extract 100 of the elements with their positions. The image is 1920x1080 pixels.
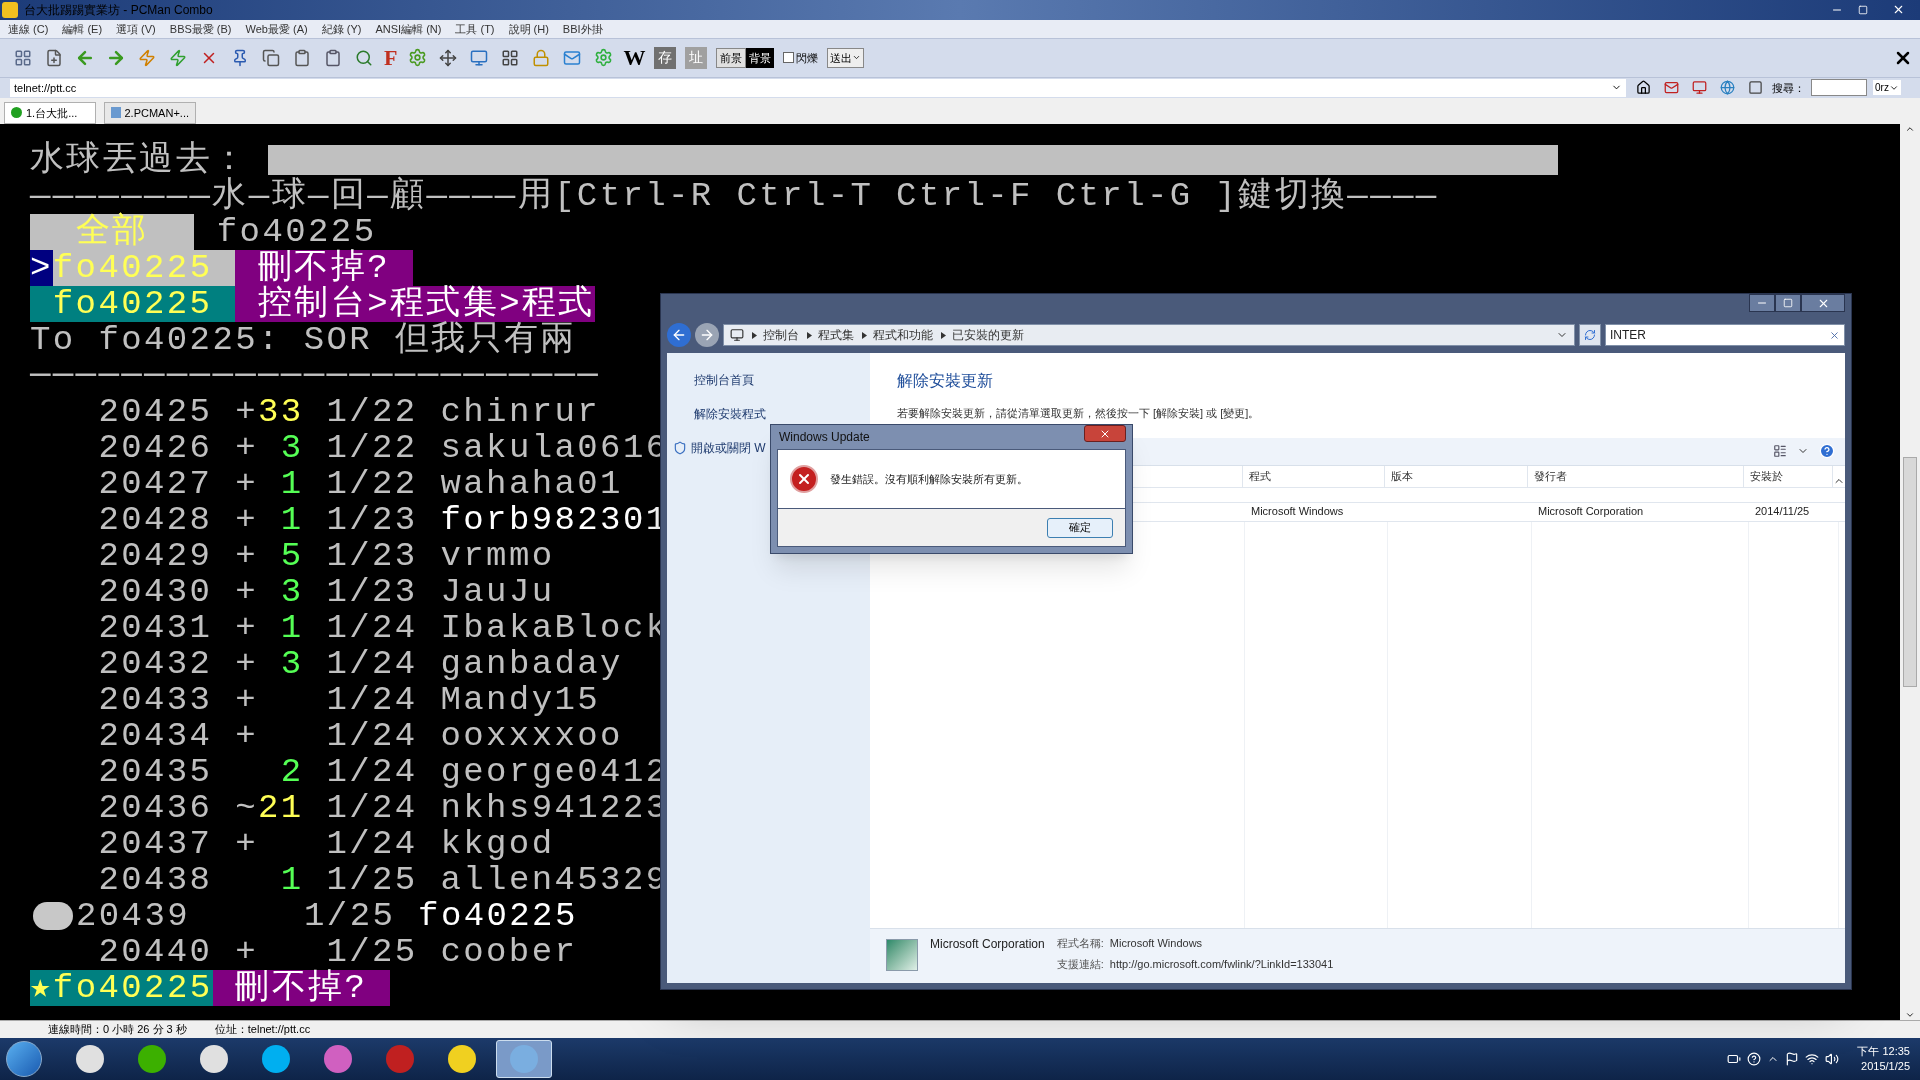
terminal-text: 1/24 nkhs941223	[325, 789, 669, 826]
terminal-text: 20432 +	[97, 645, 260, 682]
menu-item[interactable]: 紀錄 (Y)	[321, 20, 362, 38]
terminal-text: 20435	[97, 753, 214, 790]
terminal-text: 水球丟過去：	[30, 141, 249, 178]
sidebar-link[interactable]: 解除安裝程式	[694, 405, 766, 423]
terminal-text: 21	[258, 789, 304, 826]
table-cell-text: Microsoft Windows	[1250, 504, 1345, 520]
column-header[interactable]: 版本	[1384, 465, 1528, 487]
support-link[interactable]: http://go.microsoft.com/fwlink/?LinkId=133041	[1109, 955, 1334, 972]
terminal-text: 3	[280, 645, 304, 682]
connection-time: 連線時間：0 小時 26 分 3 秒	[48, 1022, 187, 1038]
blink-checkbox[interactable]	[783, 52, 795, 64]
search-field[interactable]: INTER	[1605, 324, 1845, 346]
flag-icon[interactable]	[1785, 1052, 1800, 1066]
save-button[interactable]: 存	[654, 46, 677, 69]
scroll-thumb[interactable]	[1903, 457, 1917, 687]
message-highlight: 控制台>程式集>程式	[235, 285, 595, 322]
terminal-text: 1/23 JauJu	[325, 573, 555, 610]
checkbox-label: 閃爍	[796, 50, 819, 66]
breadcrumb-arrow-icon	[807, 331, 812, 339]
column-header[interactable]: 發行者	[1527, 465, 1744, 487]
battery-icon[interactable]	[1727, 1052, 1742, 1066]
clock-date[interactable]: 2015/1/25	[1861, 1059, 1910, 1074]
menu-item[interactable]: ANSI編輯 (N)	[375, 20, 442, 38]
ok-button[interactable]: 確定	[1047, 517, 1113, 538]
terminal-text: 1	[280, 501, 304, 538]
breadcrumb-bar[interactable]: 控制台 程式集 程式和功能 已安裝的更新	[723, 324, 1575, 346]
terminal-text: 1	[280, 609, 304, 646]
forward-button[interactable]	[695, 323, 719, 347]
terminal-text: 20434 + 1/24 ooxxxxoo	[97, 717, 623, 754]
maximize-button[interactable]	[1775, 294, 1801, 312]
restore-icon	[1858, 5, 1868, 15]
menu-item[interactable]: 說明 (H)	[508, 20, 549, 38]
breadcrumb-item[interactable]: 程式集	[818, 326, 854, 344]
close-button[interactable]	[1801, 294, 1845, 312]
id-highlight: fo40225	[30, 285, 236, 322]
breadcrumb-item[interactable]: 程式和功能	[873, 326, 933, 344]
clock-time[interactable]: 下午 12:35	[1857, 1044, 1910, 1059]
minimize-button[interactable]	[1749, 294, 1775, 312]
table-cell-text: 2014/11/25	[1754, 504, 1811, 520]
close-button[interactable]	[1084, 425, 1126, 442]
shield-icon	[673, 441, 687, 455]
terminal-text: fo40225	[418, 897, 578, 934]
detail-value: Microsoft Windows	[1109, 936, 1204, 951]
menu-item[interactable]: Web最愛 (A)	[245, 20, 308, 38]
breadcrumb-arrow-icon	[941, 331, 946, 339]
menu-item[interactable]: 連線 (C)	[8, 20, 49, 38]
message-input-bar[interactable]	[268, 144, 1559, 175]
address-field[interactable]: telnet://ptt.cc	[10, 78, 1626, 97]
terminal-text: 5	[280, 537, 304, 574]
search-engine-dropdown[interactable]: 0rz	[1873, 80, 1901, 96]
menu-item[interactable]: 工具 (T)	[455, 20, 495, 38]
font-button[interactable]: F	[384, 46, 398, 69]
terminal-text: 20428 +	[97, 501, 260, 538]
terminal-text: 1/24 IbakaBlock	[325, 609, 669, 646]
foreground-button[interactable]: 前景	[716, 47, 747, 68]
tab[interactable]: 2.PCMAN+...	[104, 101, 196, 124]
send-button[interactable]: 送出	[827, 47, 865, 68]
background-button[interactable]: 背景	[746, 47, 775, 68]
speaker-icon[interactable]	[1825, 1052, 1840, 1066]
menu-item[interactable]: BBS最愛 (B)	[169, 20, 232, 38]
sidebar-link[interactable]: 開啟或關閉 W	[691, 439, 766, 457]
menu-item[interactable]: 選項 (V)	[116, 20, 156, 38]
terminal-text: 1/22 chinrur	[325, 393, 601, 430]
start-button[interactable]	[6, 1041, 42, 1077]
menu-item[interactable]: 編輯 (E)	[62, 20, 103, 38]
terminal-text: 1/25 allen45329	[325, 861, 669, 898]
error-icon	[790, 465, 818, 493]
tab[interactable]: 1.台大批...	[4, 101, 96, 124]
scrollbar[interactable]	[1900, 123, 1920, 1021]
help-icon[interactable]	[1747, 1052, 1762, 1066]
menu-item[interactable]: BBI外掛	[562, 20, 603, 38]
instruction-text: 若要解除安裝更新，請從清單選取更新，然後按一下 [解除安裝] 或 [變更]。	[896, 406, 1261, 421]
breadcrumb-item[interactable]: 控制台	[763, 326, 799, 344]
column-header[interactable]: 安裝於	[1743, 465, 1833, 487]
column-header[interactable]: 程式	[1242, 465, 1385, 487]
id-highlight: ★fo40225	[30, 969, 213, 1006]
network-icon[interactable]	[1805, 1052, 1820, 1066]
sidebar-link[interactable]: 控制台首頁	[694, 371, 754, 389]
search-label: 搜尋：	[1772, 80, 1805, 96]
clear-icon[interactable]	[1829, 329, 1840, 341]
terminal-text: 20425 +	[97, 393, 259, 430]
terminal-text: 33	[258, 393, 304, 430]
view-options-icon[interactable]	[1773, 444, 1787, 458]
control-panel-icon	[730, 328, 744, 342]
wiki-button[interactable]: W	[623, 46, 646, 69]
message-highlight: 刪不掉?	[235, 249, 413, 286]
maximize-icon	[1783, 298, 1793, 308]
terminal-text: 1/22 wahaha01	[325, 465, 623, 502]
terminal-text: 2	[280, 753, 304, 790]
refresh-button[interactable]	[1579, 324, 1601, 346]
status-address: 位址：telnet://ptt.cc	[214, 1022, 311, 1038]
terminal-text: 1	[280, 465, 304, 502]
terminal-text: 20426 +	[97, 429, 260, 466]
search-field[interactable]	[1811, 79, 1867, 97]
back-button[interactable]	[667, 323, 691, 347]
breadcrumb-item[interactable]: 已安裝的更新	[952, 326, 1024, 344]
refresh-icon	[1584, 329, 1596, 341]
error-message: 發生錯誤。沒有順利解除安裝所有更新。	[830, 471, 1028, 487]
